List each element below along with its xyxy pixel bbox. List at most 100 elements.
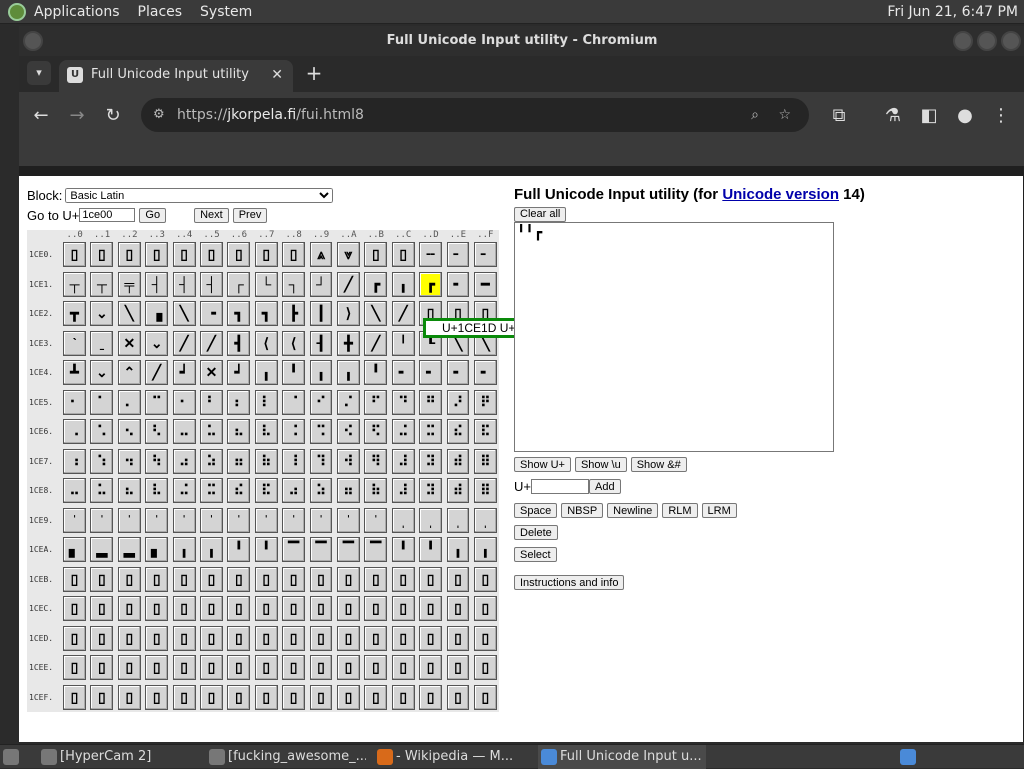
menu-applications[interactable]: Applications xyxy=(34,4,120,20)
extensions-icon[interactable]: ⧉ xyxy=(827,104,851,128)
char-button[interactable]: ▯ xyxy=(227,596,251,622)
char-button[interactable]: ⠉ xyxy=(145,389,169,415)
char-button[interactable]: ▯ xyxy=(282,684,306,710)
char-button[interactable]: ▯ xyxy=(117,596,141,622)
char-button[interactable]: ⠂ xyxy=(63,389,86,415)
char-button[interactable]: ⠦ xyxy=(117,478,141,504)
char-button[interactable]: ⠬ xyxy=(172,478,196,504)
char-button[interactable]: ┐ xyxy=(282,271,306,297)
char-button[interactable]: ▯ xyxy=(63,684,86,710)
char-button[interactable]: ▯ xyxy=(90,625,114,651)
char-button[interactable]: ⠥ xyxy=(200,419,223,445)
char-button[interactable]: ▯ xyxy=(145,655,169,681)
char-button[interactable]: ⌄ xyxy=(145,330,169,356)
char-button[interactable]: ⠛ xyxy=(419,389,443,415)
char-button[interactable]: ˈ xyxy=(336,507,360,533)
char-button[interactable]: ˌ xyxy=(391,507,415,533)
unicode-version-link[interactable]: Unicode version xyxy=(722,186,839,203)
char-button[interactable]: ˈ xyxy=(200,507,223,533)
char-button[interactable]: ┫ xyxy=(227,330,251,356)
char-button[interactable]: ▯ xyxy=(227,684,251,710)
char-button[interactable]: ▗ xyxy=(145,301,169,327)
char-button[interactable]: ╺ xyxy=(200,301,223,327)
char-button[interactable]: ▯ xyxy=(391,655,415,681)
char-button[interactable]: ┤ xyxy=(145,271,169,297)
char-button[interactable]: ╻ xyxy=(336,360,360,386)
char-button[interactable]: ▯ xyxy=(364,655,388,681)
tray-item[interactable] xyxy=(894,745,924,769)
char-button[interactable]: ⠡ xyxy=(90,419,114,445)
char-button[interactable]: ┃ xyxy=(309,301,333,327)
char-button[interactable]: ╋ xyxy=(336,330,360,356)
char-button[interactable]: ▯ xyxy=(254,655,278,681)
char-button[interactable]: ▯ xyxy=(309,566,333,592)
char-button[interactable]: ▯ xyxy=(473,596,497,622)
char-button[interactable]: ▯ xyxy=(364,596,388,622)
char-button[interactable]: ▯ xyxy=(419,566,443,592)
char-button[interactable]: ▯ xyxy=(200,655,223,681)
char-button[interactable]: ╴ xyxy=(473,242,497,268)
char-button[interactable]: ⠺ xyxy=(336,448,360,474)
char-button[interactable]: └ xyxy=(254,271,278,297)
char-button[interactable]: ⠂ xyxy=(172,389,196,415)
char-button[interactable]: ╸ xyxy=(419,360,443,386)
char-button[interactable]: ⌃ xyxy=(117,360,141,386)
char-button[interactable]: ▯ xyxy=(200,625,223,651)
block-select[interactable]: Basic Latin xyxy=(65,187,334,203)
maximize-icon[interactable] xyxy=(977,31,997,51)
char-button[interactable]: ˈ xyxy=(364,507,388,533)
char-button[interactable]: ˈ xyxy=(117,507,141,533)
char-button[interactable]: ⠤ xyxy=(172,419,196,445)
char-button[interactable]: ┣ xyxy=(282,301,306,327)
char-button[interactable]: ╱ xyxy=(364,330,388,356)
taskbar-item-hypercam[interactable]: [HyperCam 2] xyxy=(38,745,198,769)
side-panel-icon[interactable]: ◧ xyxy=(917,104,941,128)
char-button[interactable]: ⠯ xyxy=(254,478,278,504)
char-button[interactable]: ▯ xyxy=(309,596,333,622)
char-button[interactable]: ⠻ xyxy=(364,448,388,474)
char-button[interactable]: ╻ xyxy=(200,537,223,563)
char-button[interactable]: ▯ xyxy=(172,242,196,268)
instructions-button[interactable]: Instructions and info xyxy=(514,575,625,590)
nbsp-button[interactable]: NBSP xyxy=(561,503,604,518)
lrm-button[interactable]: LRM xyxy=(701,503,737,518)
char-button[interactable]: ▯ xyxy=(227,625,251,651)
char-button[interactable]: ⠵ xyxy=(309,478,333,504)
clock[interactable]: Fri Jun 21, 6:47 PM xyxy=(887,4,1018,20)
char-button[interactable]: ⠫ xyxy=(364,419,388,445)
char-button[interactable]: ┘ xyxy=(309,271,333,297)
char-button[interactable]: ┬ xyxy=(90,271,114,297)
char-button[interactable]: ▯ xyxy=(63,242,86,268)
char-button[interactable]: ╸ xyxy=(446,360,470,386)
char-button[interactable]: ▯ xyxy=(309,684,333,710)
char-button[interactable]: ▯ xyxy=(117,242,141,268)
char-button[interactable]: ▯ xyxy=(227,566,251,592)
char-button[interactable]: ▯ xyxy=(309,655,333,681)
char-button[interactable]: ⠼ xyxy=(391,478,415,504)
char-button[interactable]: ▯ xyxy=(90,596,114,622)
char-button[interactable]: ┤ xyxy=(200,271,223,297)
char-button[interactable]: ˈ xyxy=(145,507,169,533)
char-button[interactable]: ⠷ xyxy=(254,448,278,474)
char-button[interactable]: ┬ xyxy=(63,271,86,297)
add-button[interactable]: Add xyxy=(588,479,621,494)
char-button[interactable]: ⠵ xyxy=(200,448,223,474)
char-button[interactable]: ┙ xyxy=(172,360,196,386)
char-button[interactable]: ⠤ xyxy=(63,478,86,504)
char-button[interactable]: ▯ xyxy=(90,566,114,592)
tab-search-icon[interactable]: ▾ xyxy=(27,61,51,85)
char-button[interactable]: ˍ xyxy=(90,330,114,356)
next-button[interactable]: Next xyxy=(194,207,229,223)
char-button[interactable]: ┙ xyxy=(227,360,251,386)
char-button[interactable]: ⠧ xyxy=(145,478,169,504)
char-button[interactable]: ⠰ xyxy=(63,448,86,474)
clear-all-button[interactable]: Clear all xyxy=(514,206,567,222)
newline-button[interactable]: Newline xyxy=(607,503,659,518)
char-button[interactable]: ╲ xyxy=(364,301,388,327)
char-button[interactable]: ⠣ xyxy=(145,419,169,445)
char-button[interactable]: ⠥ xyxy=(90,478,114,504)
char-button[interactable]: ╤ xyxy=(117,271,141,297)
char-button[interactable]: ╱ xyxy=(172,330,196,356)
char-button[interactable]: ˈ xyxy=(309,507,333,533)
goto-input[interactable] xyxy=(79,208,136,222)
